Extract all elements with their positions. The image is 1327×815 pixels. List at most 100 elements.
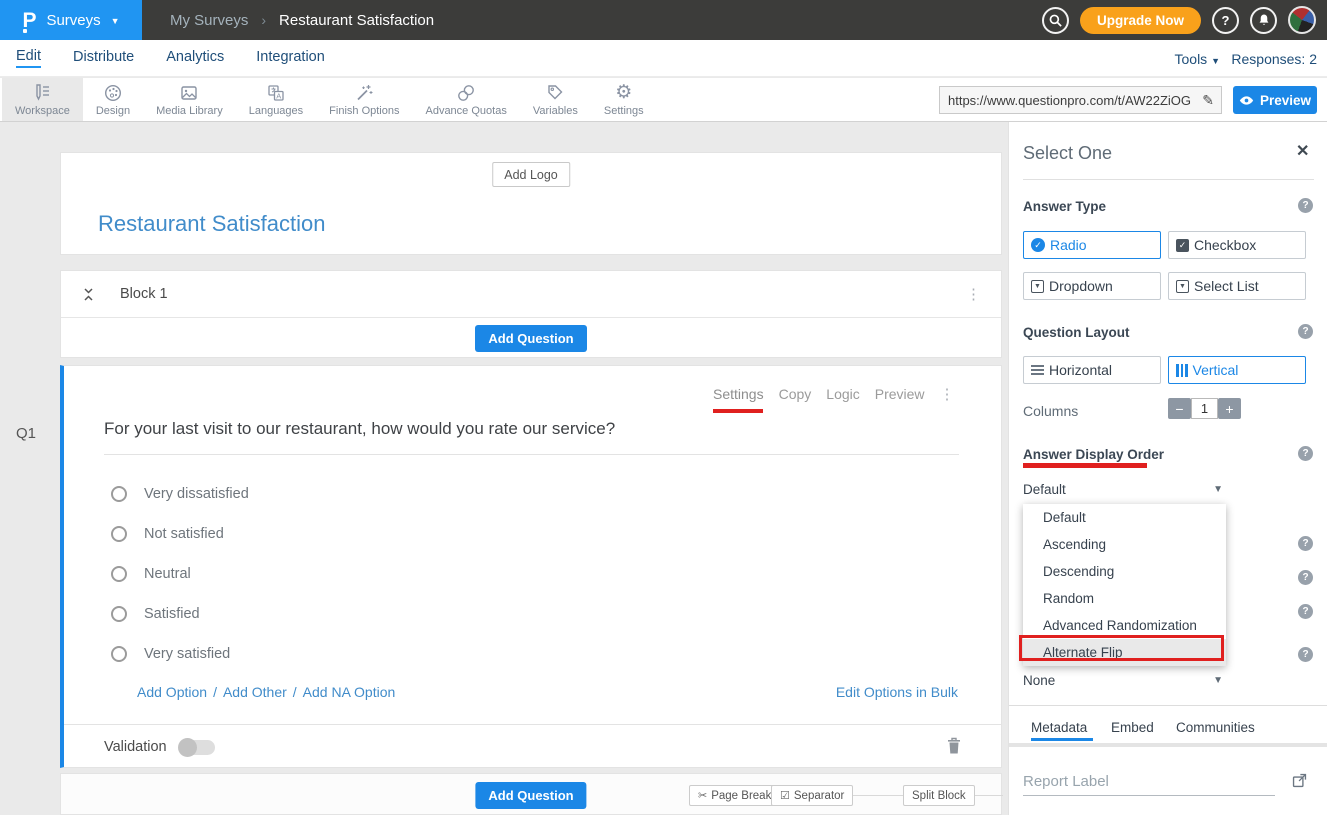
toolbar-advance-quotas[interactable]: Advance Quotas bbox=[412, 78, 519, 121]
display-order-select[interactable]: Default ▼ bbox=[1023, 482, 1223, 497]
list-item: Satisfied bbox=[111, 594, 249, 634]
question-text[interactable]: For your last visit to our restaurant, h… bbox=[104, 419, 615, 439]
delete-question-button[interactable] bbox=[945, 736, 963, 761]
eye-icon bbox=[1239, 95, 1254, 106]
alternate-flip-annotation-box bbox=[1019, 635, 1224, 661]
checked-box-icon: ☑ bbox=[780, 789, 790, 802]
report-label-input[interactable] bbox=[1023, 768, 1275, 796]
layout-horizontal[interactable]: Horizontal bbox=[1023, 356, 1161, 384]
toolbar-languages[interactable]: A Languages bbox=[236, 78, 316, 121]
translate-icon: A bbox=[266, 83, 286, 103]
radio-icon[interactable] bbox=[111, 646, 127, 662]
add-logo-button[interactable]: Add Logo bbox=[492, 162, 570, 187]
collapse-icon[interactable] bbox=[81, 287, 96, 302]
menu-item-random[interactable]: Random bbox=[1023, 585, 1226, 612]
breadcrumb: My Surveys › Restaurant Satisfaction bbox=[170, 12, 434, 29]
split-block-button[interactable]: Split Block bbox=[903, 785, 975, 806]
chevron-down-icon: ▼ bbox=[1213, 675, 1223, 686]
question-tab-settings[interactable]: Settings bbox=[713, 386, 764, 402]
radio-icon[interactable] bbox=[111, 486, 127, 502]
radio-icon[interactable] bbox=[111, 606, 127, 622]
answer-type-select-list[interactable]: ▼Select List bbox=[1168, 272, 1306, 300]
preview-button[interactable]: Preview bbox=[1233, 86, 1317, 114]
search-button[interactable] bbox=[1042, 7, 1069, 34]
answer-type-dropdown[interactable]: ▼Dropdown bbox=[1023, 272, 1161, 300]
tab-integration[interactable]: Integration bbox=[256, 49, 325, 67]
survey-url-input[interactable] bbox=[940, 93, 1195, 108]
block-title[interactable]: Block 1 bbox=[120, 286, 168, 302]
product-switcher[interactable]: P Surveys ▼ bbox=[0, 0, 142, 40]
plus-button[interactable]: + bbox=[1218, 398, 1241, 419]
page-break-button[interactable]: ✂Page Break bbox=[689, 785, 780, 806]
radio-icon[interactable] bbox=[111, 526, 127, 542]
svg-text:A: A bbox=[276, 91, 281, 100]
none-select[interactable]: None ▼ bbox=[1023, 673, 1223, 688]
block-menu-icon[interactable]: ⋮ bbox=[966, 287, 981, 302]
toolbar-media-library[interactable]: Media Library bbox=[143, 78, 236, 121]
notifications-button[interactable] bbox=[1250, 7, 1277, 34]
add-option-link[interactable]: Add Option bbox=[137, 684, 207, 700]
question-settings-panel: Select One ✕ Answer Type ? ✓Radio ✓Check… bbox=[1008, 122, 1327, 815]
footer-divider bbox=[64, 724, 1001, 725]
edit-options-in-bulk-link[interactable]: Edit Options in Bulk bbox=[836, 684, 958, 700]
scissors-icon: ✂ bbox=[698, 789, 707, 802]
close-icon[interactable]: ✕ bbox=[1296, 141, 1309, 161]
tab-edit[interactable]: Edit bbox=[16, 48, 41, 68]
tab-distribute[interactable]: Distribute bbox=[73, 49, 134, 67]
tab-metadata[interactable]: Metadata bbox=[1031, 720, 1087, 735]
tabs-divider bbox=[1009, 743, 1327, 747]
separator-button[interactable]: ☑Separator bbox=[771, 785, 853, 806]
help-icon[interactable]: ? bbox=[1298, 446, 1313, 461]
edit-url-icon[interactable]: ✎ bbox=[1195, 92, 1221, 109]
minus-button[interactable]: − bbox=[1168, 398, 1191, 419]
upgrade-now-button[interactable]: Upgrade Now bbox=[1080, 7, 1201, 34]
survey-title[interactable]: Restaurant Satisfaction bbox=[98, 211, 325, 237]
tag-icon bbox=[545, 83, 565, 103]
layout-vertical[interactable]: Vertical bbox=[1168, 356, 1306, 384]
add-question-button[interactable]: Add Question bbox=[475, 325, 586, 352]
help-icon[interactable]: ? bbox=[1298, 536, 1313, 551]
breadcrumb-parent[interactable]: My Surveys bbox=[170, 12, 248, 29]
toolbar-variables[interactable]: Variables bbox=[520, 78, 591, 121]
user-avatar[interactable] bbox=[1288, 6, 1316, 34]
tab-analytics[interactable]: Analytics bbox=[166, 49, 224, 67]
menu-item-descending[interactable]: Descending bbox=[1023, 558, 1226, 585]
tools-menu[interactable]: Tools ▼ bbox=[1175, 51, 1221, 67]
help-button[interactable]: ? bbox=[1212, 7, 1239, 34]
menu-item-ascending[interactable]: Ascending bbox=[1023, 531, 1226, 558]
columns-value-input[interactable] bbox=[1191, 398, 1218, 419]
help-icon[interactable]: ? bbox=[1298, 198, 1313, 213]
menu-item-default[interactable]: Default bbox=[1023, 504, 1226, 531]
validation-toggle[interactable] bbox=[179, 740, 215, 755]
answer-type-checkbox[interactable]: ✓Checkbox bbox=[1168, 231, 1306, 259]
toolbar-design[interactable]: Design bbox=[83, 78, 143, 121]
help-icon[interactable]: ? bbox=[1298, 324, 1313, 339]
question-tab-preview[interactable]: Preview bbox=[875, 386, 925, 402]
question-tab-logic[interactable]: Logic bbox=[826, 386, 859, 402]
block-footer: Add Question ✂Page Break ☑Separator Spli… bbox=[60, 773, 1002, 815]
add-other-link[interactable]: Add Other bbox=[223, 684, 287, 700]
tab-embed[interactable]: Embed bbox=[1111, 720, 1154, 735]
responses-count[interactable]: Responses: 2 bbox=[1231, 51, 1317, 67]
answer-type-radio[interactable]: ✓Radio bbox=[1023, 231, 1161, 259]
palette-icon bbox=[103, 83, 123, 103]
add-question-button[interactable]: Add Question bbox=[475, 782, 586, 809]
radio-icon[interactable] bbox=[111, 566, 127, 582]
display-order-annotation-underline bbox=[1023, 463, 1147, 468]
image-icon bbox=[179, 83, 199, 103]
toolbar-settings[interactable]: ⚙ Settings bbox=[591, 78, 657, 121]
question-tab-copy[interactable]: Copy bbox=[779, 386, 812, 402]
toolbar-finish-options[interactable]: Finish Options bbox=[316, 78, 412, 121]
help-icon[interactable]: ? bbox=[1298, 570, 1313, 585]
bell-icon bbox=[1257, 13, 1271, 27]
toolbar-workspace[interactable]: Workspace bbox=[2, 78, 83, 121]
add-na-option-link[interactable]: Add NA Option bbox=[303, 684, 396, 700]
help-icon[interactable]: ? bbox=[1298, 647, 1313, 662]
question-action-tabs: Settings Copy Logic Preview ⋮ bbox=[713, 386, 955, 402]
breadcrumb-current: Restaurant Satisfaction bbox=[279, 12, 434, 29]
answer-type-label: Answer Type bbox=[1023, 199, 1106, 214]
help-icon[interactable]: ? bbox=[1298, 604, 1313, 619]
tab-communities[interactable]: Communities bbox=[1176, 720, 1255, 735]
block-add-question-row: Add Question bbox=[61, 318, 1001, 358]
question-menu-icon[interactable]: ⋮ bbox=[940, 387, 955, 402]
